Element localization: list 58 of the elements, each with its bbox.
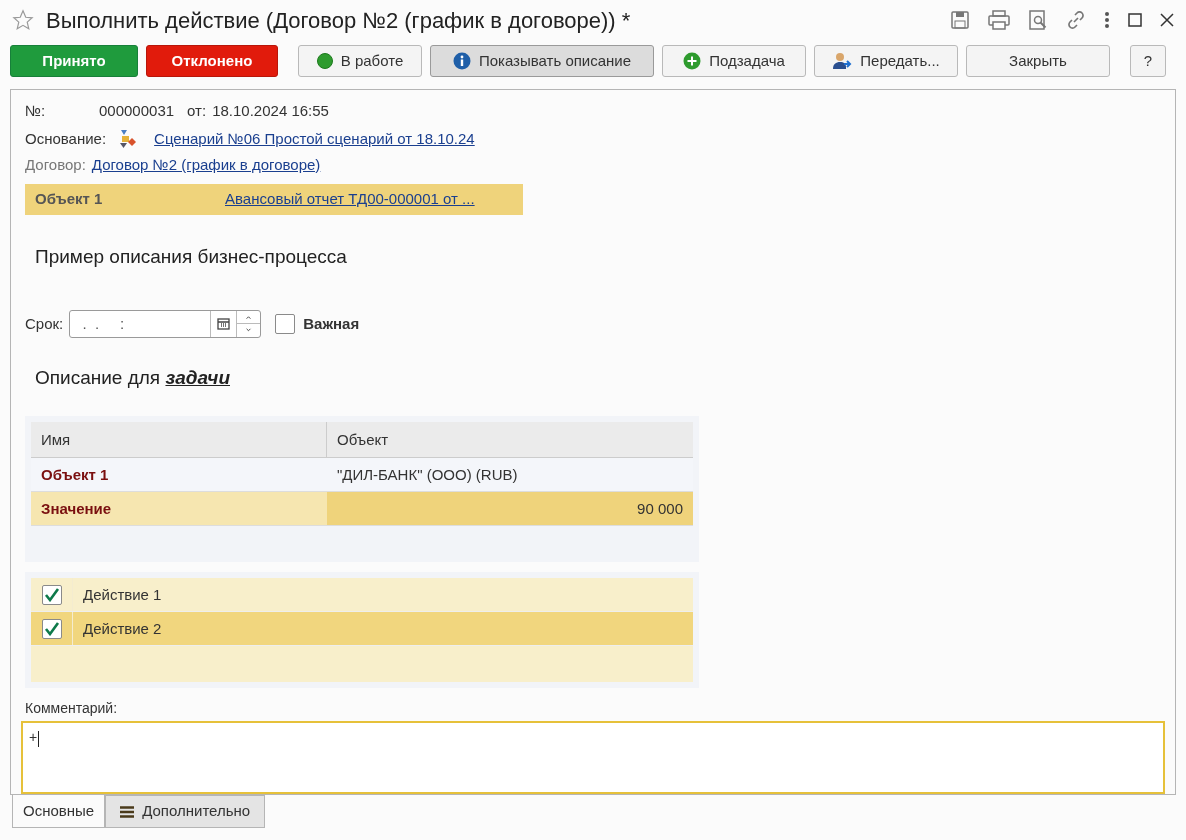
- action-row[interactable]: Действие 2: [31, 612, 693, 647]
- toolbar-button[interactable]: В работе: [298, 45, 422, 77]
- more-icon[interactable]: [1104, 11, 1110, 29]
- info-icon: [452, 52, 471, 70]
- tab[interactable]: Дополнительно: [105, 795, 266, 828]
- column-header[interactable]: Имя: [31, 422, 327, 458]
- help-button[interactable]: ?: [1130, 45, 1166, 77]
- column-header[interactable]: Объект: [327, 422, 693, 458]
- maximize-icon[interactable]: [1128, 13, 1142, 27]
- field-label: от:: [187, 101, 207, 121]
- list-icon: [120, 805, 135, 818]
- checkbox[interactable]: [41, 584, 62, 605]
- number-value: 000000031: [99, 101, 175, 121]
- toolbar-button[interactable]: Подзадача: [662, 45, 806, 77]
- preview-icon[interactable]: [1028, 10, 1048, 30]
- basis-link[interactable]: Сценарий №06 Простой сценарий от 18.10.24: [154, 128, 475, 151]
- date-value: 18.10.2024 16:55: [212, 101, 329, 121]
- field-label: Комментарий:: [25, 699, 119, 719]
- field-label: Основание:: [25, 129, 107, 150]
- star-icon[interactable]: [12, 9, 34, 31]
- plus-circle-icon: [683, 52, 702, 70]
- table-row[interactable]: Значение 90 000: [31, 492, 693, 527]
- window-title: Выполнить действие (Договор №2 (график в договоре)) *: [46, 6, 631, 35]
- checkmark-icon: [43, 621, 60, 636]
- toolbar-button[interactable]: Закрыть: [966, 45, 1110, 77]
- print-icon[interactable]: [988, 10, 1010, 30]
- deadline-field[interactable]: . . :: [69, 309, 262, 338]
- contract-link[interactable]: Договор №2 (график в договоре): [91, 153, 321, 177]
- field-label: №:: [25, 101, 47, 121]
- toolbar-button[interactable]: Отклонено: [146, 45, 278, 77]
- tab[interactable]: Основные: [12, 795, 106, 828]
- object-label: Объект 1: [35, 189, 104, 210]
- object-link[interactable]: Авансовый отчет ТД00-000001 от ...: [225, 188, 475, 211]
- table-cell-text: Значение: [40, 498, 113, 519]
- table-cell-text: Объект 1: [40, 464, 110, 485]
- action-label: Действие 1: [83, 584, 162, 605]
- action-label: Действие 2: [83, 618, 162, 639]
- field-label: Договор:: [25, 154, 86, 175]
- toolbar-button[interactable]: Показывать описание: [430, 45, 654, 77]
- field-label: Срок:: [25, 313, 64, 334]
- table-cell: 90 000: [327, 492, 693, 526]
- process-shapes-icon: [118, 129, 139, 150]
- person-arrow-icon: [832, 52, 853, 70]
- checkbox-label: Важная: [303, 313, 360, 334]
- save-icon[interactable]: [950, 10, 970, 30]
- comment-field[interactable]: +: [21, 721, 1165, 794]
- checkbox[interactable]: [275, 313, 296, 334]
- checkmark-icon: [43, 587, 60, 602]
- checkbox[interactable]: [41, 618, 62, 639]
- table-cell-text: "ДИЛ-БАНК" (ООО) (RUB): [336, 464, 519, 485]
- toolbar-button[interactable]: Передать...: [814, 45, 958, 77]
- task-heading: Описание для задачи: [35, 365, 231, 390]
- toolbar-button[interactable]: Принято: [10, 45, 138, 77]
- description-heading: Пример описания бизнес-процесса: [35, 245, 348, 270]
- action-row[interactable]: Действие 1: [31, 578, 693, 613]
- close-icon[interactable]: [1160, 13, 1174, 27]
- link-icon[interactable]: [1066, 10, 1086, 30]
- calendar-icon[interactable]: [217, 317, 231, 331]
